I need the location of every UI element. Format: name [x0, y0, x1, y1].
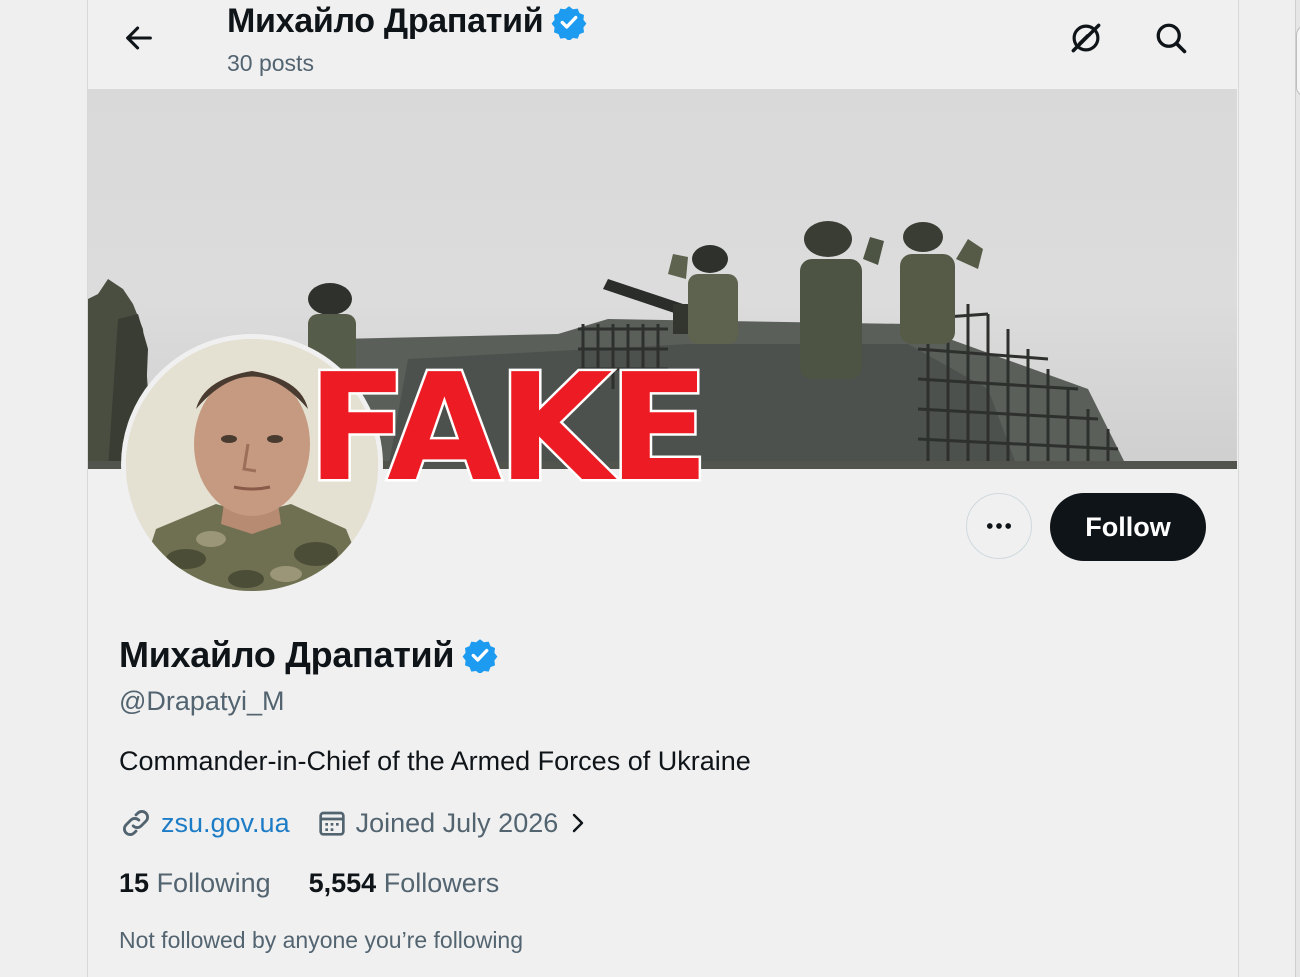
header-title: Михайло Драпатий	[227, 2, 587, 41]
verified-badge-icon[interactable]	[462, 637, 498, 673]
search-button[interactable]	[1149, 16, 1193, 60]
calendar-icon	[318, 811, 345, 836]
profile-name-row: Михайло Драпатий	[119, 634, 498, 676]
follow-button[interactable]: Follow	[1050, 493, 1206, 561]
not-followed-notice: Not followed by anyone you’re following	[119, 927, 524, 953]
website-item: zsu.gov.ua	[119, 806, 290, 840]
verified-badge-icon	[551, 5, 587, 40]
grok-icon	[1071, 23, 1101, 53]
follow-stats: 15 Following 5,554 Followers	[119, 868, 499, 899]
fake-stamp: FAKE	[304, 342, 711, 514]
followers-count: 5,554	[308, 868, 377, 898]
scrollbar[interactable]	[1296, 25, 1300, 97]
more-button[interactable]	[966, 493, 1032, 559]
back-button[interactable]	[117, 16, 161, 60]
bio: Commander-in-Chief of the Armed Forces o…	[119, 746, 751, 776]
arrow-left-icon	[126, 26, 152, 50]
window-edge	[1295, 0, 1300, 977]
following-label: Following	[156, 868, 271, 898]
joined-item[interactable]: Joined July 2026	[316, 807, 591, 839]
following-stat[interactable]: 15 Following	[119, 868, 271, 899]
post-count: 30 posts	[227, 50, 314, 76]
website-link[interactable]: zsu.gov.ua	[161, 808, 290, 839]
more-icon	[986, 523, 1012, 529]
profile-meta: zsu.gov.ua Joined July 2026	[119, 806, 590, 840]
search-icon	[1156, 23, 1187, 54]
grok-button[interactable]	[1064, 16, 1108, 60]
link-icon	[123, 810, 149, 836]
handle: @Drapatyi_M	[119, 686, 285, 716]
joined-date: Joined July 2026	[355, 807, 559, 838]
followers-label: Followers	[383, 868, 500, 898]
followers-stat[interactable]: 5,554 Followers	[309, 868, 500, 899]
chevron-right-icon	[573, 813, 584, 833]
header-name: Михайло Драпатий	[227, 2, 544, 40]
following-count: 15	[119, 868, 150, 898]
display-name: Михайло Драпатий	[119, 634, 455, 675]
